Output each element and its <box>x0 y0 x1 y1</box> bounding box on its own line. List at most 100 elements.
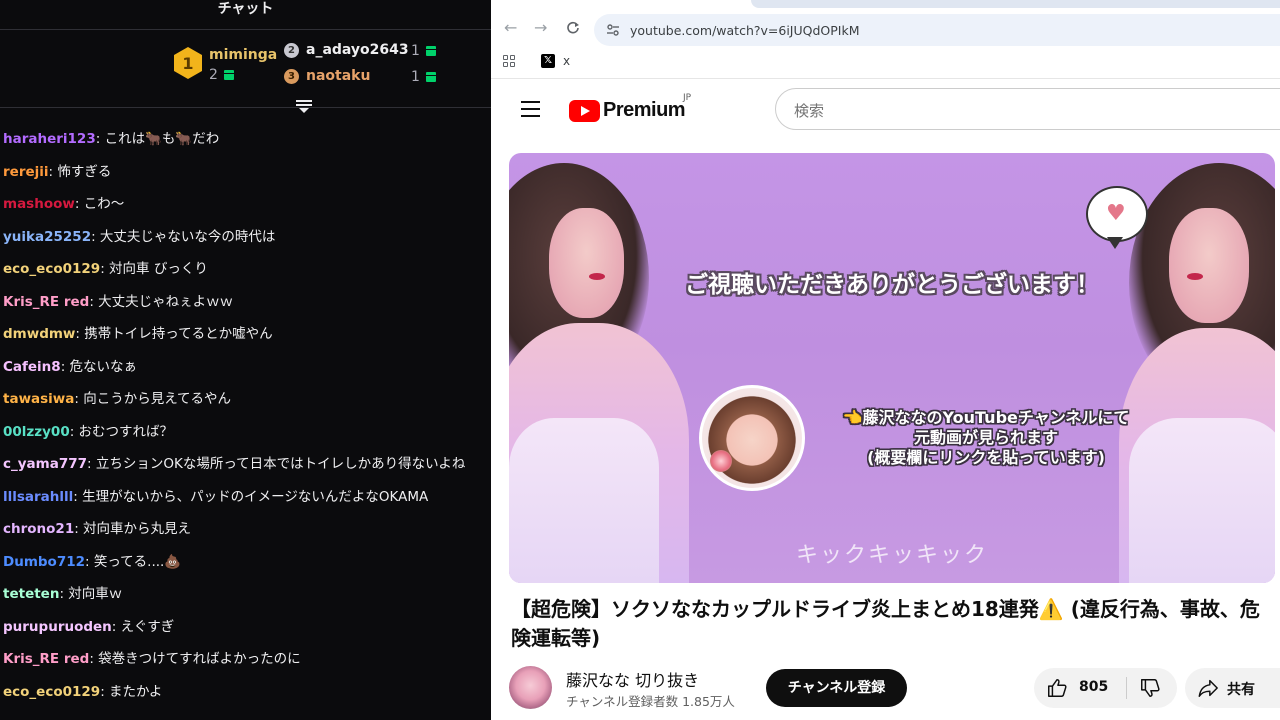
leaderboard-name-2: a_adayo2643 <box>306 42 409 58</box>
chat-message-text: : 向こうから見えてるやん <box>74 391 232 407</box>
speech-bubble: ♥ <box>1086 186 1148 242</box>
chat-username[interactable]: c_yama777 <box>3 456 87 472</box>
like-button[interactable]: 805 <box>1034 668 1126 708</box>
share-button[interactable]: 共有 <box>1185 668 1280 708</box>
chat-username[interactable]: lllsarahlll <box>3 489 73 505</box>
subscribe-button[interactable]: チャンネル登録 <box>766 669 907 707</box>
chat-message: haraheri123: これは🐂も🐂だわ <box>3 130 219 148</box>
chat-message-text: : 怖すぎる <box>48 163 112 180</box>
chat-username[interactable]: Dumbo712 <box>3 554 85 570</box>
chat-username[interactable]: Kris_RE red <box>3 294 89 310</box>
chat-username[interactable]: Cafein8 <box>3 359 61 375</box>
chat-message-text: : こわ〜 <box>74 196 125 212</box>
like-dislike-group: 805 <box>1034 668 1177 708</box>
apps-grid-icon[interactable] <box>503 55 515 67</box>
leaderboard-count-3: 1 <box>411 69 436 85</box>
chat-message-text: : 大丈夫じゃないな今の時代は <box>91 228 276 245</box>
leaderboard-divider <box>0 107 491 108</box>
video-player[interactable]: ♥ ご視聴いただきありがとうございます！ 👈藤沢ななのYouTubeチャンネルに… <box>509 153 1275 583</box>
flower-icon <box>710 450 732 472</box>
share-label: 共有 <box>1227 682 1255 698</box>
chat-message: eco_eco0129: 対向車 びっくり <box>3 260 208 278</box>
promo-line-3: (概要欄にリンクを貼っています) <box>867 448 1105 467</box>
chat-message: lllsarahlll: 生理がないから、パッドのイメージないんだよなOKAMA <box>3 488 428 506</box>
leaderboard-entry-2[interactable]: 2 a_adayo2643 <box>284 42 409 58</box>
reload-icon[interactable] <box>566 21 580 35</box>
chat-username[interactable]: 00lzzy00 <box>3 424 70 440</box>
chat-message-text: : 対向車 びっくり <box>100 261 208 277</box>
chat-username[interactable]: Kris_RE red <box>3 651 89 667</box>
chat-username[interactable]: dmwdmw <box>3 326 75 342</box>
chat-username[interactable]: eco_eco0129 <box>3 684 100 700</box>
chat-username[interactable]: eco_eco0129 <box>3 261 100 277</box>
like-count: 805 <box>1079 679 1109 695</box>
chat-message-text: : おむつすれば？ <box>69 423 174 440</box>
chat-message-text: : 対向車ｗ <box>59 586 123 602</box>
chat-message: chrono21: 対向車から丸見え <box>3 520 191 538</box>
channel-subscriber-count: チャンネル登録者数 1.85万人 <box>566 694 735 709</box>
thumbs-down-icon <box>1141 679 1160 697</box>
leaderboard-entry-3[interactable]: 3 naotaku <box>284 68 370 84</box>
page-separator <box>491 78 1280 79</box>
region-code: JP <box>683 93 692 103</box>
browser-toolbar: ← → youtube.com/watch?v=6iJUQdOPIkM <box>491 0 1280 46</box>
chat-message: Kris_RE red: 袋巻きつけてすればよかったのに <box>3 650 301 668</box>
chat-message: Kris_RE red: 大丈夫じゃねぇよｗｗ <box>3 293 233 311</box>
promo-line-2: 元動画が見られます <box>913 428 1058 447</box>
chat-message: c_yama777: 立ちションOKな場所って日本ではトイレしかあり得ないよね <box>3 455 465 473</box>
chat-message-text: : 立ちションOKな場所って日本ではトイレしかあり得ないよね <box>87 456 466 472</box>
leaderboard-count-2: 1 <box>411 43 436 59</box>
share-arrow-icon <box>1198 679 1218 697</box>
video-overlay-thanks: ご視聴いただきありがとうございます！ <box>685 272 1099 298</box>
chat-message: mashoow: こわ〜 <box>3 195 124 213</box>
back-arrow-icon[interactable]: ← <box>504 19 517 37</box>
channel-name[interactable]: 藤沢なな 切り抜き <box>566 667 699 691</box>
heart-icon: ♥ <box>1106 201 1126 226</box>
x-logo-icon: 𝕏 <box>541 54 555 68</box>
forward-arrow-icon[interactable]: → <box>534 19 547 37</box>
chat-message-text: : またかよ <box>100 683 163 700</box>
chat-username[interactable]: rerejii <box>3 164 49 180</box>
gift-icon <box>425 46 436 56</box>
leaderboard-name-3: naotaku <box>306 68 371 84</box>
site-settings-icon[interactable] <box>606 23 620 37</box>
leaderboard-count-value-2: 1 <box>411 43 420 59</box>
chat-username[interactable]: mashoow <box>3 196 75 212</box>
chat-username[interactable]: yuika25252 <box>3 229 91 245</box>
chat-username[interactable]: tawasiwa <box>3 391 74 407</box>
leaderboard-count-value-3: 1 <box>411 69 420 85</box>
channel-avatar[interactable] <box>509 666 552 709</box>
browser-window: ← → youtube.com/watch?v=6iJUQdOPIkM 𝕏 x … <box>491 0 1280 720</box>
menu-icon[interactable] <box>521 101 540 117</box>
chat-username[interactable]: chrono21 <box>3 521 74 537</box>
chat-username[interactable]: purupuruoden <box>3 619 112 635</box>
dislike-button[interactable] <box>1127 668 1177 708</box>
gift-icon <box>223 70 234 80</box>
promo-line-1: 👈藤沢ななのYouTubeチャンネルにて <box>842 408 1130 427</box>
chat-header-divider <box>0 29 491 30</box>
youtube-brand-text: Premium <box>603 99 686 121</box>
bookmark-x[interactable]: 𝕏 x <box>541 54 570 68</box>
thumbs-up-icon <box>1048 679 1067 697</box>
chat-message-text: : えぐすぎ <box>111 618 175 635</box>
video-person-left <box>509 153 689 583</box>
chat-message: purupuruoden: えぐすぎ <box>3 618 174 636</box>
chat-message: eco_eco0129: またかよ <box>3 683 162 701</box>
chat-message: teteten: 対向車ｗ <box>3 585 122 603</box>
chat-message-text: : 生理がないから、パッドのイメージないんだよなOKAMA <box>73 488 429 505</box>
search-input[interactable]: 検索 <box>775 88 1280 130</box>
video-title: 【超危険】ソクソななカップルドライブ炎上まとめ18連発⚠️ (違反行為、事故、危… <box>511 597 1260 650</box>
collapse-leaderboard-icon[interactable] <box>296 100 312 114</box>
address-bar[interactable]: youtube.com/watch?v=6iJUQdOPIkM <box>594 14 1280 46</box>
video-overlay-caption: キックキッキック <box>795 543 988 568</box>
chat-message-text: : これは🐂も🐂だわ <box>95 131 220 147</box>
chat-message: Dumbo712: 笑ってる....💩 <box>3 553 181 571</box>
gift-icon <box>425 72 436 82</box>
bookmark-x-label: x <box>563 54 571 68</box>
chat-message: Cafein8: 危ないなぁ <box>3 358 137 376</box>
chat-username[interactable]: teteten <box>3 586 59 602</box>
youtube-premium-logo[interactable]: Premium <box>569 99 686 122</box>
leaderboard-count-1: 2 <box>209 67 234 83</box>
chat-username[interactable]: haraheri123 <box>3 131 96 147</box>
chat-message-text: : 笑ってる....💩 <box>85 553 182 570</box>
